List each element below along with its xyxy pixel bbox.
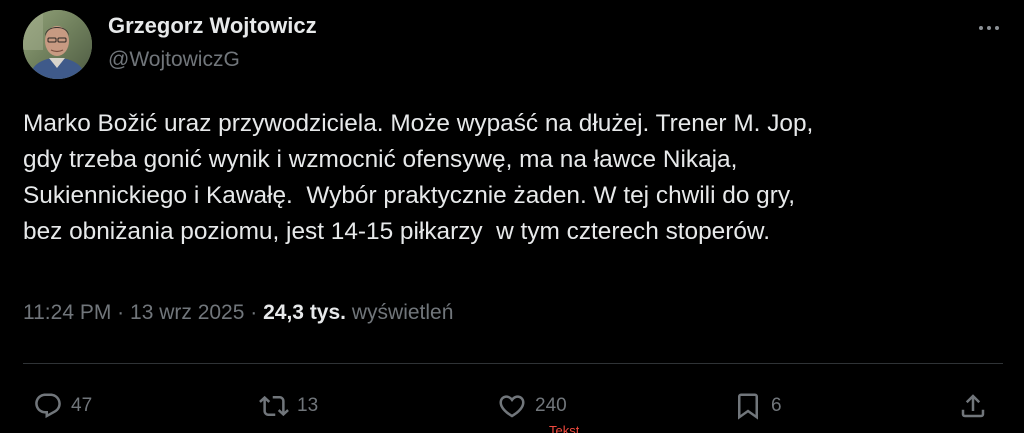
- bookmark-button[interactable]: 6: [733, 388, 782, 424]
- reply-count: 47: [71, 395, 93, 416]
- share-button[interactable]: [958, 388, 988, 424]
- tweet-text-line: Marko Božić uraz przywodziciela. Może wy…: [23, 110, 814, 137]
- user-handle[interactable]: @WojtowiczG: [108, 48, 240, 72]
- bookmark-icon: [738, 393, 758, 420]
- reply-button[interactable]: 47: [33, 388, 92, 424]
- share-icon: [961, 394, 985, 418]
- divider: [23, 363, 1003, 364]
- tweet-card: Grzegorz Wojtowicz @WojtowiczG Marko Bož…: [0, 0, 1024, 433]
- retweet-count: 13: [297, 395, 319, 416]
- more-horizontal-icon[interactable]: [972, 16, 1006, 40]
- tweet-meta: 11:24 PM · 13 wrz 2025 · 24,3 tys. wyświ…: [23, 301, 453, 325]
- meta-separator: ·: [250, 301, 258, 324]
- avatar[interactable]: [23, 10, 92, 79]
- bookmark-count: 6: [771, 395, 782, 416]
- tweet-text-line: gdy trzeba gonić wynik i wzmocnić ofensy…: [23, 146, 738, 173]
- like-button[interactable]: 240: [497, 388, 567, 424]
- peek-label: Tekst: [549, 424, 580, 433]
- display-name[interactable]: Grzegorz Wojtowicz: [108, 13, 317, 39]
- tweet-date[interactable]: 13 wrz 2025: [130, 301, 244, 324]
- tweet-text: Marko Božić uraz przywodziciela. Może wy…: [23, 106, 1013, 250]
- tweet-text-line: bez obniżania poziomu, jest 14-15 piłkar…: [23, 218, 770, 245]
- retweet-button[interactable]: 13: [259, 388, 318, 424]
- tweet-time[interactable]: 11:24 PM: [23, 301, 111, 324]
- like-count: 240: [535, 395, 567, 416]
- retweet-icon: [259, 395, 289, 417]
- meta-separator: ·: [117, 301, 125, 324]
- reply-icon: [35, 393, 61, 419]
- tweet-text-line: Sukiennickiego i Kawałę. Wybór praktyczn…: [23, 182, 796, 209]
- views-count[interactable]: 24,3 tys.: [263, 301, 346, 324]
- views-label: wyświetleń: [351, 301, 454, 324]
- avatar-photo: [23, 10, 92, 79]
- heart-icon: [499, 395, 525, 418]
